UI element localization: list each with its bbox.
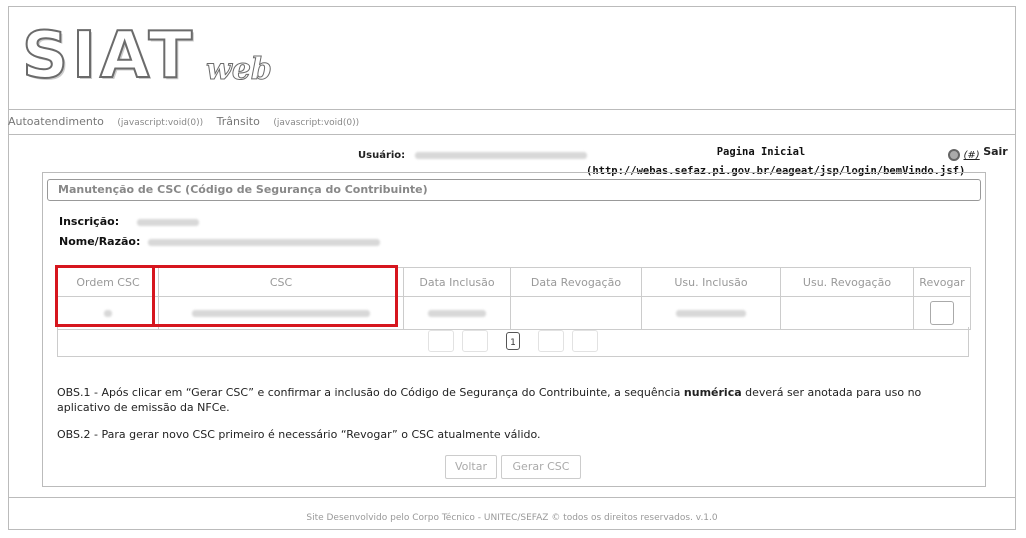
highlight-ordem-csc: [55, 265, 155, 327]
logo-suffix-text: web: [206, 52, 273, 88]
nome-row: Nome/Razão:: [59, 235, 381, 248]
footer-divider: [8, 497, 1016, 498]
obs2-text: OBS.2 - Para gerar novo CSC primeiro é n…: [57, 428, 541, 441]
col-data-inclusao: Data Inclusão: [403, 267, 511, 297]
top-navbar: Autoatendimento (javascript:void(0)) Trâ…: [8, 109, 1016, 135]
logout-label[interactable]: Sair: [983, 145, 1008, 158]
panel-title: Manutenção de CSC (Código de Segurança d…: [47, 179, 981, 201]
user-name-redacted: [414, 151, 587, 159]
col-usu-inclusao: Usu. Inclusão: [641, 267, 781, 297]
highlight-csc: [152, 265, 398, 327]
obs1-bold: numérica: [683, 386, 742, 399]
logo-main-text: SIAT: [21, 19, 197, 93]
cell-data-revogacao: [510, 296, 642, 330]
nome-value-redacted: [148, 238, 381, 246]
col-data-revogacao: Data Revogação: [510, 267, 642, 297]
inscricao-value-redacted: [136, 218, 199, 226]
user-label: Usuário:: [358, 150, 406, 161]
nav-item-transito-href[interactable]: (javascript:void(0)): [273, 118, 359, 128]
cell-data-inclusao-redacted: [403, 296, 511, 330]
logout-block[interactable]: (#) Sair: [948, 145, 1008, 161]
logout-hash-link[interactable]: (#): [964, 150, 980, 161]
gerar-csc-button[interactable]: Gerar CSC: [501, 455, 581, 479]
pager-last-button[interactable]: [572, 330, 598, 352]
obs1-text: OBS.1 - Após clicar em “Gerar CSC” e con…: [57, 385, 972, 415]
cell-usu-inclusao-redacted: [641, 296, 781, 330]
pagination: 1: [57, 327, 969, 357]
obs1-prefix: OBS.1 - Após clicar em “Gerar CSC” e con…: [57, 386, 684, 399]
pager-prev-button[interactable]: [462, 330, 488, 352]
inscricao-row: Inscrição:: [59, 215, 199, 228]
nav-item-transito[interactable]: Trânsito: [217, 115, 260, 128]
cell-revogar: [913, 296, 971, 330]
nome-label: Nome/Razão:: [59, 235, 141, 248]
nav-item-autoatendimento-href[interactable]: (javascript:void(0)): [117, 118, 203, 128]
footer-text: Site Desenvolvido pelo Corpo Técnico - U…: [306, 513, 718, 523]
siat-web-logo: SIAT web: [21, 19, 282, 94]
col-usu-revogacao: Usu. Revogação: [780, 267, 914, 297]
pager-current-page[interactable]: 1: [506, 332, 520, 350]
nav-item-autoatendimento[interactable]: Autoatendimento: [8, 115, 104, 128]
voltar-button[interactable]: Voltar: [445, 455, 497, 479]
pager-next-button[interactable]: [538, 330, 564, 352]
col-revogar: Revogar: [913, 267, 971, 297]
user-info: Usuário:: [358, 150, 587, 161]
pager-first-button[interactable]: [428, 330, 454, 352]
revogar-button[interactable]: [930, 301, 954, 325]
inscricao-label: Inscrição:: [59, 215, 120, 228]
home-title[interactable]: Pagina Inicial: [586, 143, 936, 162]
csc-panel: Manutenção de CSC (Código de Segurança d…: [42, 172, 986, 487]
logout-icon[interactable]: [948, 149, 960, 161]
cell-usu-revogacao: [780, 296, 914, 330]
